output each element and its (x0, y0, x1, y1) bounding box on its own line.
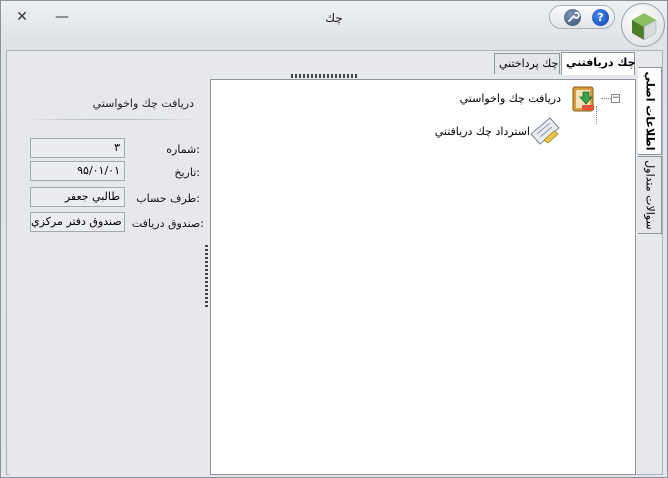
side-tab-main-info[interactable]: اطلاعات اصلي (638, 67, 662, 155)
section-divider (23, 119, 199, 120)
tree-connector (601, 98, 611, 99)
section-title: دريافت چك واخواستي (92, 97, 194, 110)
tab-paid-cheques[interactable]: چك پرداختني (494, 53, 560, 74)
side-tab-faq-label: سوالات متداول (643, 160, 656, 230)
cash-box-label: صندوق دريافت: (131, 217, 204, 230)
details-panel: دريافت چك واخواستي شماره: ۳ تاريخ: ۹۵/۰۱… (9, 79, 206, 475)
date-label: تاريخ: (174, 166, 200, 179)
tab-received-cheques[interactable]: چك دريافتني (561, 52, 636, 75)
number-label: شماره: (166, 143, 200, 156)
number-field[interactable]: ۳ (30, 138, 125, 158)
wrench-icon[interactable] (564, 9, 581, 26)
tree-collapse-toggle[interactable]: − (611, 94, 620, 103)
account-party-field[interactable]: طالبي جعفر (30, 187, 125, 207)
app-logo-icon (621, 3, 665, 47)
cash-box-field[interactable]: صندوق دفتر مركزي (30, 212, 125, 232)
date-field[interactable]: ۹۵/۰۱/۰۱ (30, 161, 125, 181)
vertical-splitter-grip[interactable] (205, 245, 208, 307)
side-tab-main-label: اطلاعات اصلي (643, 71, 656, 151)
side-tab-faq[interactable]: سوالات متداول (638, 156, 662, 234)
title-bar: ✕ — چك ? (1, 1, 667, 47)
account-party-label: طرف حساب: (136, 192, 200, 205)
cheque-window: ✕ — چك ? چك پرداختني چك دريافتني اطلاعات… (0, 0, 668, 478)
operations-tree: − دريافت چك واخواستي استرداد چك دريافتني (210, 79, 636, 475)
cheque-receive-icon[interactable] (570, 84, 598, 117)
cheque-return-icon[interactable] (528, 114, 562, 151)
horizontal-splitter-grip[interactable] (291, 74, 357, 78)
tree-node-return-received-cheque[interactable]: استرداد چك دريافتني (435, 125, 530, 138)
tree-node-receive-protested-cheque[interactable]: دريافت چك واخواستي (460, 92, 561, 105)
help-button[interactable]: ? (592, 9, 609, 26)
title-icon-group: ? (549, 5, 615, 29)
